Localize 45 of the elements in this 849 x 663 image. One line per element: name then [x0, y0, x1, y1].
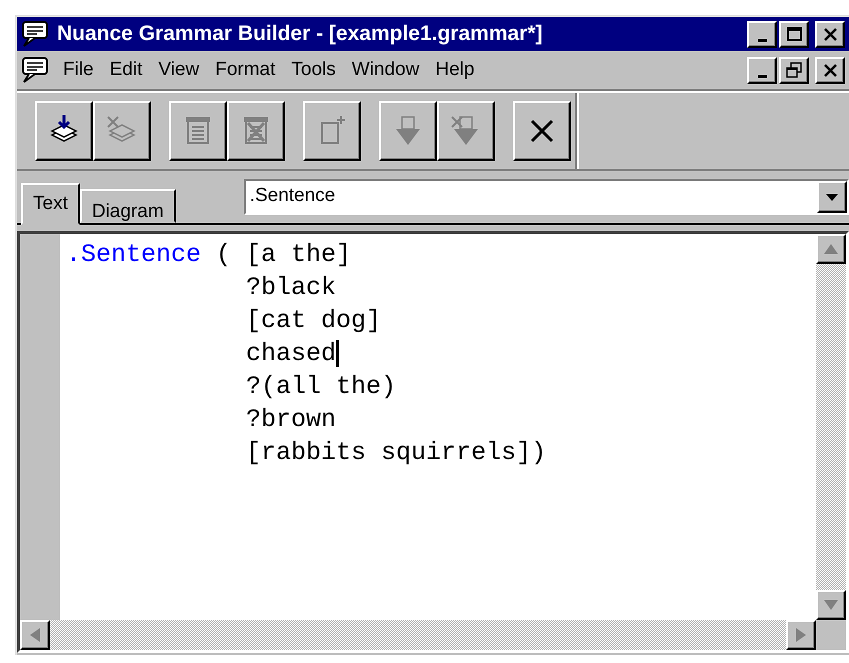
app-icon — [21, 20, 51, 48]
minimize-icon — [758, 74, 766, 78]
horizontal-scrollbar[interactable] — [20, 620, 816, 650]
menu-item[interactable]: Edit — [102, 57, 150, 83]
toolbar-button[interactable] — [513, 101, 571, 161]
menu-item[interactable]: Help — [427, 57, 482, 83]
menu-item[interactable]: File — [55, 57, 102, 83]
minimize-icon — [758, 38, 766, 42]
restore-document-button[interactable] — [779, 56, 809, 84]
window-title: Nuance Grammar Builder - [example1.grammar*] — [57, 22, 544, 46]
code-line: [rabbits squirrels]) — [245, 437, 546, 469]
code-line: ( [a the] — [215, 239, 352, 271]
menu-item[interactable]: Tools — [283, 57, 344, 83]
right-arrow-icon — [796, 628, 806, 642]
scrollbar-corner — [816, 620, 846, 650]
down-arrow-icon — [824, 600, 838, 610]
menu-item[interactable]: Window — [344, 57, 428, 83]
code-line: ?brown — [245, 404, 336, 436]
code-line: [cat dog] — [245, 305, 382, 337]
scroll-down-button[interactable] — [816, 590, 846, 620]
code-line: ?(all the) — [245, 371, 396, 403]
minimize-button[interactable] — [747, 20, 777, 48]
rule-name: .Sentence — [66, 239, 202, 271]
vertical-scrollbar[interactable] — [816, 234, 846, 620]
tab[interactable]: Text — [21, 183, 80, 225]
code-line: chased — [245, 338, 336, 370]
minimize-document-button[interactable] — [747, 56, 777, 84]
up-arrow-icon — [824, 244, 838, 254]
restore-icon — [784, 60, 804, 80]
tab[interactable]: Diagram — [80, 189, 176, 223]
maximize-button[interactable] — [779, 20, 809, 48]
grammar-dropdown[interactable]: .Sentence — [244, 179, 849, 215]
menu-item[interactable]: Format — [207, 57, 284, 83]
menu-item[interactable]: View — [150, 57, 208, 83]
close-document-button[interactable] — [815, 56, 845, 84]
dropdown-button[interactable] — [817, 181, 847, 213]
left-arrow-icon — [30, 628, 40, 642]
toolbar-button[interactable] — [35, 101, 93, 161]
scroll-up-button[interactable] — [816, 234, 846, 264]
caret-icon — [826, 194, 838, 200]
close-button[interactable] — [815, 20, 845, 48]
code-line: ?black — [245, 272, 336, 304]
scroll-right-button[interactable] — [786, 620, 816, 650]
scroll-left-button[interactable] — [20, 620, 50, 650]
document-icon — [21, 56, 51, 84]
